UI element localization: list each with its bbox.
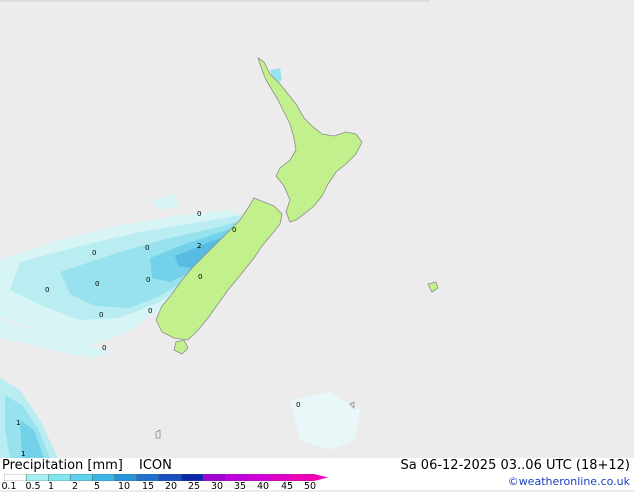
legend-label: 1 <box>47 481 55 492</box>
map-label: 0 <box>146 276 150 284</box>
model-name: ICON <box>139 458 172 473</box>
map-label: 0 <box>232 226 236 234</box>
legend-label: 20 <box>164 481 178 492</box>
legend-swatch <box>247 474 270 481</box>
legend-swatch <box>180 474 204 481</box>
map-label: 0 <box>45 286 49 294</box>
legend-swatch <box>114 474 138 481</box>
map-label: 2 <box>197 242 201 250</box>
map-label: 0 <box>198 273 202 281</box>
map-label: 0 <box>99 311 103 319</box>
legend-label: 25 <box>187 481 201 492</box>
site-credit[interactable]: ©weatheronline.co.uk <box>508 475 630 488</box>
map-label: 0 <box>197 210 201 218</box>
legend-swatch <box>269 474 293 481</box>
legend-label: 10 <box>117 481 131 492</box>
sea-background <box>0 0 634 458</box>
legend-label: 45 <box>280 481 294 492</box>
map-footer: Precipitation [mm] ICON Sa 06-12-2025 03… <box>0 458 634 492</box>
legend-label: 40 <box>256 481 270 492</box>
map-title: Precipitation [mm] <box>2 458 123 473</box>
legend-label: 30 <box>210 481 224 492</box>
legend-swatch <box>92 474 115 481</box>
legend-label: 2 <box>71 481 79 492</box>
map-label: 0 <box>148 307 152 315</box>
map-label: 0 <box>95 280 99 288</box>
legend-label: 0.5 <box>25 481 41 492</box>
legend-swatch <box>225 474 248 481</box>
precipitation-map: 0 0 0 2 0 0 0 0 0 0 0 0 0 1 1 <box>0 0 634 458</box>
legend-swatch <box>158 474 182 481</box>
legend-color-bar <box>4 474 328 481</box>
legend-swatch <box>25 474 49 481</box>
legend-swatch <box>136 474 160 481</box>
legend-arrow <box>314 474 328 481</box>
legend-swatch <box>4 474 27 481</box>
map-label: 0 <box>296 401 300 409</box>
map-label: 0 <box>102 344 106 352</box>
legend-label: 5 <box>93 481 101 492</box>
legend-label: 50 <box>303 481 317 492</box>
map-label: 0 <box>92 249 96 257</box>
map-label: 1 <box>16 419 20 427</box>
legend-swatch <box>70 474 93 481</box>
legend-label: 35 <box>233 481 247 492</box>
legend-label: 0.1 <box>1 481 17 492</box>
legend-swatch <box>48 474 71 481</box>
legend-swatch <box>203 474 226 481</box>
valid-time: Sa 06-12-2025 03..06 UTC (18+12) <box>400 458 630 473</box>
legend-label: 15 <box>141 481 155 492</box>
map-label: 0 <box>145 244 149 252</box>
legend-swatch <box>291 474 315 481</box>
map-label: 1 <box>21 450 25 458</box>
